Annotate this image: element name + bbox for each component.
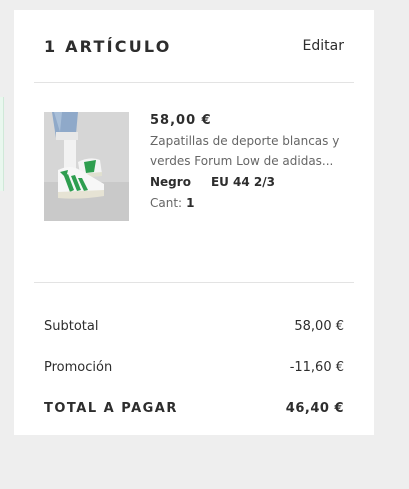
promotion-row: Promoción -11,60 € [44, 347, 344, 388]
bag-item: 58,00 € Zapatillas de deporte blancas y … [44, 112, 344, 232]
subtotal-value: 58,00 € [294, 319, 344, 334]
header-divider [34, 82, 354, 83]
total-label: TOTAL A PAGAR [44, 401, 178, 416]
item-details: 58,00 € Zapatillas de deporte blancas y … [150, 112, 350, 212]
item-price: 58,00 € [150, 113, 212, 128]
item-attributes: Negro EU 44 2/3 [150, 173, 350, 191]
totals-section: Subtotal 58,00 € Promoción -11,60 € TOTA… [44, 306, 344, 429]
order-summary-panel: 1 ARTÍCULO Editar 58,00 € Zapatillas de … [14, 10, 374, 435]
quantity-value: 1 [186, 196, 195, 210]
promotion-label: Promoción [44, 360, 113, 375]
promotion-value: -11,60 € [289, 360, 344, 375]
item-color: Negro [150, 175, 191, 189]
total-row: TOTAL A PAGAR 46,40 € [44, 388, 344, 429]
quantity-label: Cant: [150, 196, 183, 210]
bag-header: 1 ARTÍCULO Editar [14, 10, 374, 82]
product-thumbnail[interactable] [44, 112, 129, 221]
item-count-title: 1 ARTÍCULO [44, 37, 172, 56]
item-size: EU 44 2/3 [210, 175, 276, 189]
edit-bag-link[interactable]: Editar [303, 38, 344, 54]
total-value: 46,40 € [285, 401, 344, 416]
adjacent-card-edge [0, 97, 4, 191]
sneaker-photo-icon [44, 112, 129, 221]
subtotal-row: Subtotal 58,00 € [44, 306, 344, 347]
item-description-link[interactable]: Zapatillas de deporte blancas y verdes F… [150, 134, 339, 168]
subtotal-label: Subtotal [44, 319, 99, 334]
item-quantity: Cant: 1 [150, 194, 350, 212]
totals-divider [34, 282, 354, 283]
